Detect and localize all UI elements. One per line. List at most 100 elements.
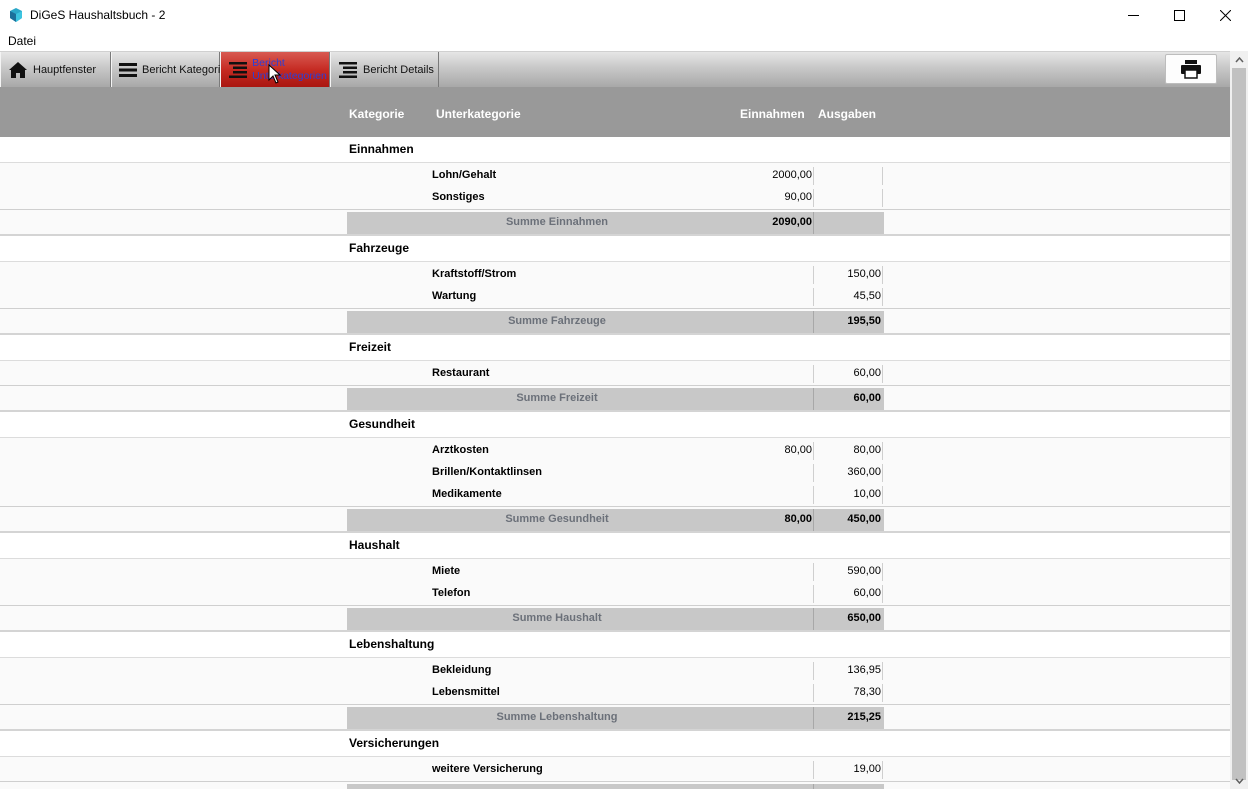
column-divider	[882, 464, 883, 482]
category-row: Versicherungen	[0, 731, 1230, 757]
report-header: Kategorie Unterkategorie Einnahmen Ausga…	[0, 87, 1230, 137]
printer-icon	[1181, 60, 1201, 79]
category-items: weitere Versicherung 19,00	[0, 757, 1230, 782]
minimize-icon	[1127, 15, 1139, 16]
hauptfenster-label: Hauptfenster	[33, 64, 96, 76]
category-items: Kraftstoff/Strom 150,00 Wartung 45,50	[0, 262, 1230, 309]
column-divider	[813, 684, 814, 702]
sum-row: Summe Gesundheit 80,00 450,00	[0, 507, 1230, 533]
column-divider	[813, 189, 814, 207]
window-title: DiGeS Haushaltsbuch - 2	[30, 8, 166, 22]
sum-row: Summe Einnahmen 2090,00	[0, 210, 1230, 236]
menu-bar: Datei	[0, 31, 1248, 51]
bericht-unterkategorien-button[interactable]: Bericht Unterkategorien	[220, 52, 330, 88]
category-items: Bekleidung 136,95 Lebensmittel 78,30	[0, 658, 1230, 705]
bericht-unterkategorien-label: Bericht Unterkategorien	[252, 57, 327, 82]
column-divider	[882, 266, 883, 284]
category-name: Einnahmen	[349, 142, 414, 156]
subcategory-name: weitere Versicherung	[432, 763, 543, 775]
column-divider	[813, 266, 814, 284]
expense-value: 60,00	[853, 587, 881, 599]
table-row: Restaurant 60,00	[0, 363, 1230, 385]
expense-value: 360,00	[847, 466, 881, 478]
table-row: weitere Versicherung 19,00	[0, 759, 1230, 781]
category-name: Lebenshaltung	[349, 637, 435, 651]
column-divider	[882, 365, 883, 383]
table-row: Kraftstoff/Strom 150,00	[0, 264, 1230, 286]
sum-label: Summe Haushalt	[512, 612, 602, 624]
report-body: Einnahmen Lohn/Gehalt 2000,00 Sonstiges 90,0…	[0, 137, 1230, 789]
indented-list-icon	[227, 59, 248, 81]
bericht-details-button[interactable]: Bericht Details	[330, 52, 439, 88]
toolbar: Hauptfenster Bericht Kategorie Bericht U…	[0, 51, 1230, 88]
column-divider	[813, 464, 814, 482]
subcategory-name: Lohn/Gehalt	[432, 169, 497, 181]
app-icon	[10, 8, 22, 22]
subcategory-name: Kraftstoff/Strom	[432, 268, 517, 280]
close-button[interactable]	[1202, 0, 1248, 31]
menu-datei[interactable]: Datei	[8, 34, 36, 48]
column-divider	[813, 167, 814, 185]
subcategory-name: Arztkosten	[432, 444, 489, 456]
category-name: Freizeit	[349, 340, 392, 354]
header-einnahmen: Einnahmen	[740, 107, 805, 121]
sum-expense: 195,50	[847, 315, 881, 327]
column-divider	[813, 784, 814, 789]
table-row: Lohn/Gehalt 2000,00	[0, 165, 1230, 187]
income-value: 2000,00	[772, 169, 812, 181]
expense-value: 80,00	[853, 444, 881, 456]
sum-label: Summe Lebenshaltung	[496, 711, 618, 723]
subcategory-name: Bekleidung	[432, 664, 492, 676]
maximize-button[interactable]	[1156, 0, 1202, 31]
category-items: Miete 590,00 Telefon 60,00	[0, 559, 1230, 606]
title-bar: DiGeS Haushaltsbuch - 2	[0, 0, 1248, 31]
scroll-thumb[interactable]	[1232, 68, 1246, 780]
column-divider	[813, 212, 814, 234]
maximize-icon	[1173, 10, 1185, 21]
subcategory-name: Miete	[432, 565, 461, 577]
bericht-kategorie-label: Bericht Kategorie	[142, 64, 227, 76]
subcategory-name: Wartung	[432, 290, 477, 302]
table-row: Miete 590,00	[0, 561, 1230, 583]
column-divider	[813, 585, 814, 603]
category-row: Einnahmen	[0, 137, 1230, 163]
hauptfenster-button[interactable]: Hauptfenster	[0, 52, 111, 88]
column-divider	[813, 608, 814, 630]
sum-label: Summe Fahrzeuge	[508, 315, 606, 327]
column-divider	[882, 486, 883, 504]
sum-row: Summe Fahrzeuge 195,50	[0, 309, 1230, 335]
scroll-up-button[interactable]	[1230, 51, 1248, 68]
table-row: Telefon 60,00	[0, 583, 1230, 605]
vertical-scrollbar[interactable]	[1230, 51, 1248, 789]
column-divider	[813, 442, 814, 460]
category-items: Arztkosten 80,00 80,00 Brillen/Kontaktlinse…	[0, 438, 1230, 507]
category-row: Fahrzeuge	[0, 236, 1230, 262]
close-icon	[1219, 10, 1231, 21]
sum-expense: 450,00	[847, 513, 881, 525]
expense-value: 10,00	[853, 488, 881, 500]
expense-value: 590,00	[847, 565, 881, 577]
column-divider	[882, 288, 883, 306]
minimize-button[interactable]	[1110, 0, 1156, 31]
category-name: Gesundheit	[349, 417, 416, 431]
column-divider	[813, 486, 814, 504]
list-icon	[118, 59, 138, 81]
print-button[interactable]	[1165, 54, 1217, 84]
sum-income: 2090,00	[772, 216, 812, 228]
category-name: Fahrzeuge	[349, 241, 410, 255]
table-row: Bekleidung 136,95	[0, 660, 1230, 682]
scroll-down-button[interactable]	[1230, 772, 1248, 789]
column-divider	[813, 365, 814, 383]
sum-row: Summe Versicherungen19,00	[0, 782, 1230, 789]
column-divider	[882, 189, 883, 207]
column-divider	[813, 288, 814, 306]
column-divider	[813, 707, 814, 729]
bericht-kategorie-button[interactable]: Bericht Kategorie	[111, 52, 226, 88]
subcategory-name: Telefon	[432, 587, 471, 599]
column-divider	[882, 442, 883, 460]
subcategory-name: Sonstiges	[432, 191, 485, 203]
subcategory-name: Restaurant	[432, 367, 490, 379]
income-value: 80,00	[784, 444, 812, 456]
category-row: Freizeit	[0, 335, 1230, 361]
indented-list-icon	[337, 59, 359, 81]
